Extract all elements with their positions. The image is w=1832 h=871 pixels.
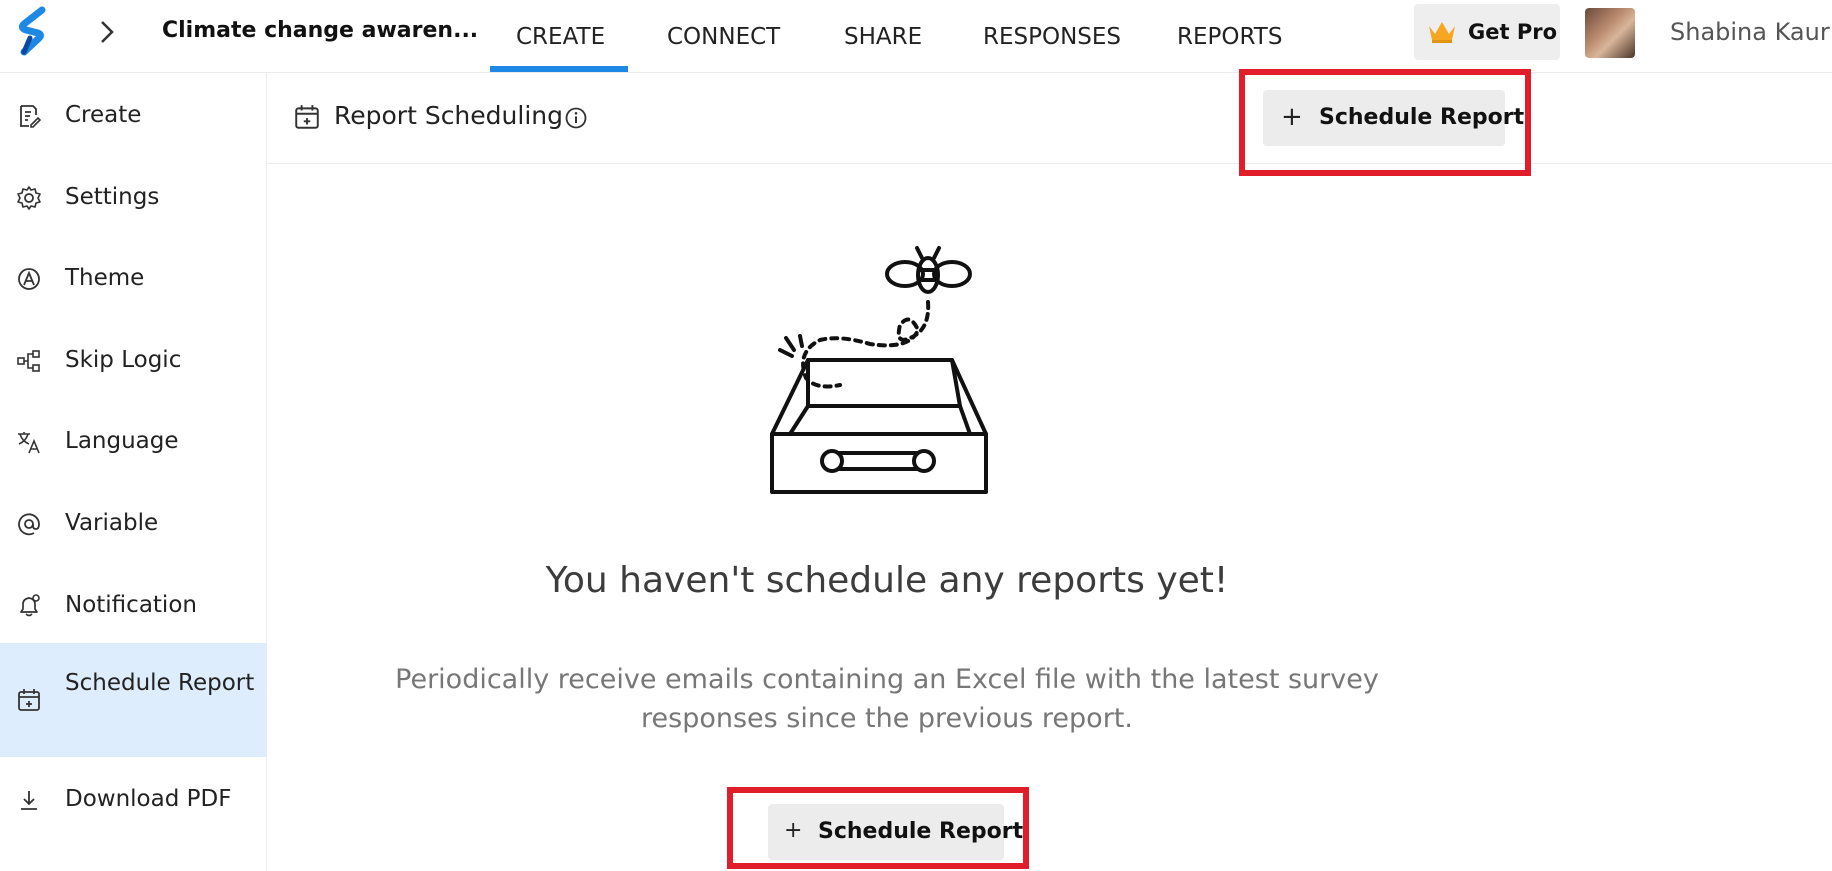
sidebar-item-download-pdf[interactable]: Download PDF <box>0 761 266 841</box>
sidebar-item-skip-logic[interactable]: Skip Logic <box>0 322 266 400</box>
tab-connect[interactable]: CONNECT <box>667 24 780 50</box>
at-icon <box>18 513 40 536</box>
theme-icon <box>18 268 40 290</box>
get-pro-label: Get Pro <box>1468 20 1558 44</box>
sidebar-item-label: Notification <box>65 592 197 618</box>
top-bar: Climate change awaren... CREATE CONNECT … <box>0 0 1832 73</box>
sidebar-item-label: Settings <box>65 184 160 210</box>
plus-icon: + <box>1281 102 1303 132</box>
sidebar-item-label: Skip Logic <box>65 347 182 373</box>
calendar-plus-icon <box>18 689 40 711</box>
info-icon[interactable] <box>564 106 588 130</box>
sidebar-item-label: Schedule Report <box>65 670 255 696</box>
chevron-right-icon[interactable] <box>96 16 118 48</box>
schedule-report-label: Schedule Report <box>818 819 1024 844</box>
page-title: Report Scheduling <box>334 101 563 130</box>
active-tab-indicator <box>490 66 628 72</box>
get-pro-button[interactable]: Get Pro <box>1414 4 1560 60</box>
empty-state-description: Periodically receive emails containing a… <box>395 664 1379 734</box>
page-header: Report Scheduling <box>267 73 1832 164</box>
sidebar-item-label: Theme <box>65 265 145 291</box>
bell-icon <box>20 594 40 617</box>
sidebar-item-variable[interactable]: Variable <box>0 485 266 563</box>
form-edit-icon <box>20 105 42 128</box>
tab-create[interactable]: CREATE <box>516 24 605 50</box>
schedule-report-button-top[interactable]: + Schedule Report <box>1263 90 1524 146</box>
sidebar-item-language[interactable]: Language <box>0 403 266 481</box>
sidebar-item-label: Language <box>65 428 179 454</box>
tab-responses[interactable]: RESPONSES <box>983 24 1121 50</box>
sidebar-item-create[interactable]: Create <box>0 77 266 155</box>
sidebar: Create Settings Theme Skip Logic Languag… <box>0 73 267 871</box>
app-logo-icon[interactable] <box>16 6 50 58</box>
sidebar-item-label: Download PDF <box>65 786 232 812</box>
download-icon <box>21 791 37 810</box>
plus-icon: + <box>784 818 803 843</box>
translate-icon <box>18 432 40 454</box>
tab-reports[interactable]: REPORTS <box>1177 24 1282 50</box>
sidebar-item-theme[interactable]: Theme <box>0 240 266 318</box>
sidebar-item-schedule-report[interactable]: Schedule Report <box>0 643 266 757</box>
sidebar-item-label: Create <box>65 102 142 128</box>
sidebar-item-label: Variable <box>65 510 159 536</box>
sidebar-item-notification[interactable]: Notification <box>0 567 266 645</box>
tab-share[interactable]: SHARE <box>844 24 922 50</box>
schedule-report-button-bottom[interactable]: + Schedule Report <box>768 804 1023 860</box>
survey-title[interactable]: Climate change awaren... <box>162 18 478 43</box>
calendar-plus-icon <box>295 105 319 129</box>
crown-icon <box>1429 22 1455 43</box>
schedule-report-label: Schedule Report <box>1319 105 1525 130</box>
avatar[interactable] <box>1585 8 1635 58</box>
user-name[interactable]: Shabina Kaur <box>1670 18 1830 46</box>
gear-icon <box>17 186 41 210</box>
empty-state-title: You haven't schedule any reports yet! <box>545 560 1229 601</box>
flow-icon <box>17 350 40 372</box>
sidebar-item-settings[interactable]: Settings <box>0 159 266 237</box>
empty-box-bee-illustration <box>770 246 988 494</box>
